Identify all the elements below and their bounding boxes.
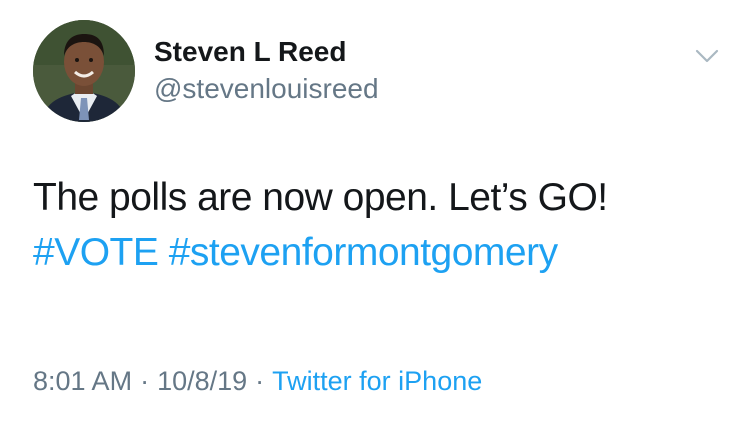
display-name[interactable]: Steven L Reed bbox=[154, 36, 346, 68]
tweet-text: The polls are now open. Let’s GO! #VOTE … bbox=[33, 170, 608, 280]
tweet-time: 8:01 AM bbox=[33, 366, 133, 396]
tweet-body: The polls are now open. Let’s GO! bbox=[33, 176, 608, 219]
avatar-photo bbox=[33, 20, 135, 122]
meta-separator: · bbox=[255, 366, 265, 396]
meta-separator: · bbox=[140, 366, 150, 396]
tweet-card: Steven L Reed @stevenlouisreed The polls… bbox=[0, 0, 735, 428]
hashtag-vote[interactable]: #VOTE bbox=[33, 231, 159, 274]
hashtag-line: #VOTE #stevenformontgomery bbox=[33, 225, 608, 280]
chevron-down-icon[interactable] bbox=[693, 46, 721, 66]
tweet-meta: 8:01 AM · 10/8/19 · Twitter for iPhone bbox=[33, 366, 482, 397]
tweet-source-link[interactable]: Twitter for iPhone bbox=[272, 366, 482, 396]
user-handle[interactable]: @stevenlouisreed bbox=[154, 73, 379, 105]
avatar[interactable] bbox=[33, 20, 135, 122]
tweet-date: 10/8/19 bbox=[157, 366, 248, 396]
hashtag-stevenformontgomery[interactable]: #stevenformontgomery bbox=[169, 231, 558, 274]
